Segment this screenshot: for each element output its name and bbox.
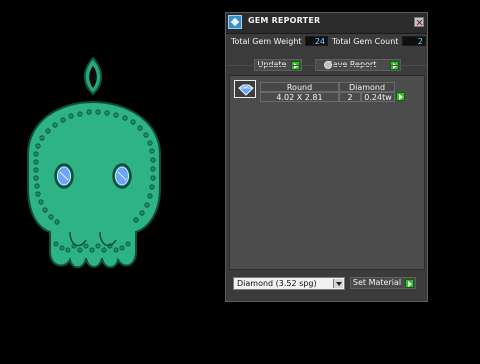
dropdown-arrow-icon[interactable] [333, 279, 343, 288]
3d-viewport[interactable] [0, 0, 222, 360]
gem-thumbnail-icon[interactable] [234, 80, 256, 98]
table-cell-count: 2 [339, 92, 361, 102]
total-gem-weight-value: 24 [305, 36, 328, 46]
total-gem-count-value: 2 [402, 36, 426, 46]
go-arrow-icon[interactable] [405, 279, 414, 288]
panel-title: GEM REPORTER [248, 16, 321, 25]
material-dropdown[interactable]: Diamond (3.52 spg) [233, 277, 345, 290]
row-go-arrow-icon[interactable] [396, 92, 405, 101]
gem-icon [238, 84, 254, 96]
table-header-material: Diamond [339, 82, 395, 92]
table-cell-size: 4.02 X 2.81 [260, 92, 339, 102]
slider-knob[interactable] [324, 61, 332, 69]
gem-reporter-app-icon [228, 15, 242, 29]
skull-pendant-model[interactable] [0, 0, 222, 360]
material-dropdown-value: Diamond (3.52 spg) [237, 279, 317, 288]
close-icon[interactable] [414, 17, 424, 27]
gem-list[interactable]: Round Diamond 4.02 X 2.81 2 0.24tw [229, 75, 425, 270]
set-material-button[interactable]: Set Material [350, 277, 416, 289]
table-cell-weight: 0.24tw [361, 92, 395, 102]
total-gem-weight-label: Total Gem Weight [231, 37, 302, 46]
gem-reporter-panel: GEM REPORTER Total Gem Weight 24 Total G… [225, 12, 428, 302]
total-gem-count-label: Total Gem Count [332, 37, 399, 46]
set-material-label: Set Material [352, 278, 402, 287]
titlebar[interactable]: GEM REPORTER [226, 13, 427, 34]
table-header-shape: Round [260, 82, 339, 92]
